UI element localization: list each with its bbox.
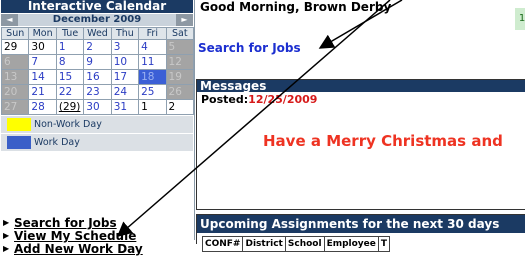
annotation-arrows	[116, 0, 403, 237]
bullet-icon: ▶	[3, 244, 10, 253]
arrow-to-search-link-long	[116, 0, 391, 237]
nav-add-new-work-day[interactable]: Add New Work Day	[14, 242, 143, 256]
arrow-to-search-link	[318, 0, 403, 49]
